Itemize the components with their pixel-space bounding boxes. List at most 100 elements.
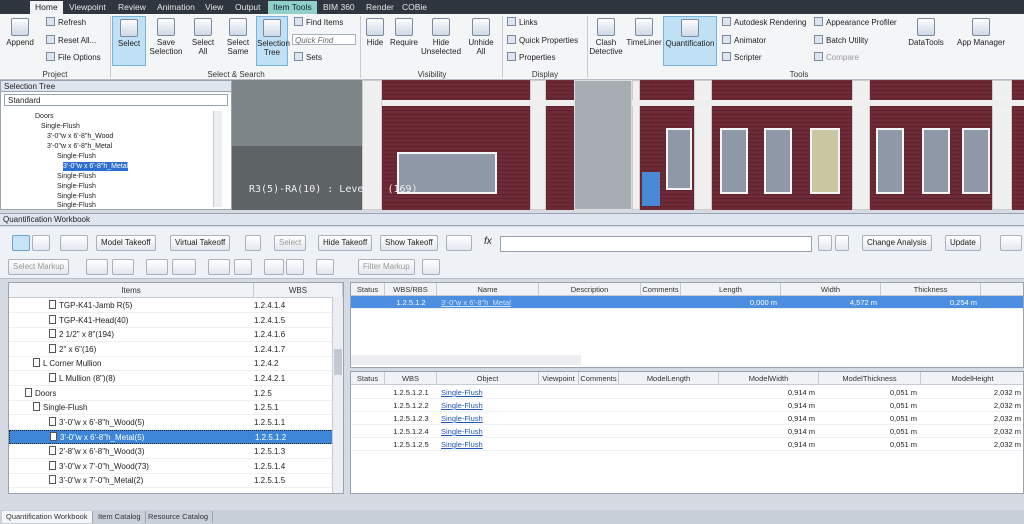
grid-header[interactable]: Comments	[641, 283, 681, 296]
object-cell[interactable]: Single-Flush	[441, 412, 537, 425]
object-cell[interactable]: Single-Flush	[441, 438, 537, 451]
compare-button[interactable]: Compare	[814, 52, 859, 63]
grid-header[interactable]: Status	[351, 283, 385, 296]
tab-cobie[interactable]: COBie	[397, 1, 432, 14]
item-row[interactable]: 3'-0"w x 6'-8"h_Wood(5) 1.2.5.1.1	[9, 416, 343, 430]
require-button[interactable]: Require	[389, 18, 419, 47]
tab-animation[interactable]: Animation	[152, 1, 200, 14]
reset-all-button[interactable]: Reset All...	[46, 35, 96, 46]
grid-header[interactable]: Description	[539, 283, 641, 296]
quantification-button[interactable]: Quantification	[663, 16, 717, 66]
object-row[interactable]: 1.2.5.1.2.4 Single-Flush 0,914 m 0,051 m 2,0…	[351, 425, 1023, 438]
tab-item-catalog[interactable]: Item Catalog	[94, 511, 146, 523]
item-row[interactable]: 2" x 6"(16) 1.2.4.1.7	[9, 343, 343, 357]
tab-item-tools[interactable]: Item Tools	[268, 1, 317, 14]
change-analysis-button[interactable]: Change Analysis	[862, 235, 932, 251]
clash-detective-button[interactable]: Clash Detective	[589, 18, 623, 56]
select-takeoff-button[interactable]: Select	[274, 235, 307, 251]
accept-icon[interactable]	[818, 235, 832, 251]
line-icon[interactable]	[112, 259, 134, 275]
takeoff-row-selected[interactable]: 1.2.5.1.2 3'-0"w x 6'-8"h_Metal 0,000 m …	[351, 296, 1023, 309]
file-options-button[interactable]: File Options	[46, 52, 101, 63]
item-row[interactable]: Doors 1.2.5	[9, 387, 343, 401]
filter-dropdown-icon[interactable]	[446, 235, 472, 251]
object-cell[interactable]: Single-Flush	[441, 399, 537, 412]
update-button[interactable]: Update	[945, 235, 981, 251]
wbs-header[interactable]: WBS	[254, 283, 343, 298]
tree-node[interactable]: 3'-0"w x 6'-8"h_Metal	[47, 142, 112, 151]
tree-node[interactable]: Single-Flush	[57, 201, 96, 210]
hide-button[interactable]: Hide	[363, 18, 387, 47]
items-view-icon[interactable]	[12, 235, 30, 251]
filter-markup-button[interactable]: Filter Markup	[358, 259, 415, 275]
timeliner-button[interactable]: TimeLiner	[625, 18, 663, 47]
item-row[interactable]: TGP-K41-Head(40) 1.2.4.1.5	[9, 314, 343, 328]
tab-bim360[interactable]: BIM 360	[318, 1, 360, 14]
bucket-icon[interactable]	[172, 259, 196, 275]
object-row[interactable]: 1.2.5.1.2.3 Single-Flush 0,914 m 0,051 m 2,0…	[351, 412, 1023, 425]
formula-input[interactable]	[500, 236, 812, 252]
links-button[interactable]: Links	[507, 17, 538, 28]
unhide-all-button[interactable]: Unhide All	[463, 18, 499, 56]
selection-tree-button[interactable]: Selection Tree	[256, 16, 290, 66]
grid-header[interactable]: WBS	[385, 372, 437, 385]
datatools-button[interactable]: DataTools	[906, 18, 946, 47]
item-row[interactable]: 3'-0"w x 7'-0"h_Metal(2) 1.2.5.1.5	[9, 474, 343, 489]
items-header[interactable]: Items	[9, 283, 254, 298]
grid-header[interactable]: ModelThickness	[819, 372, 921, 385]
grid-header[interactable]: Comments	[579, 372, 619, 385]
grid-header[interactable]: WBS/RBS	[385, 283, 437, 296]
grid-header[interactable]: ModelLength	[619, 372, 719, 385]
erase-icon[interactable]	[286, 259, 304, 275]
markup-settings-icon[interactable]	[422, 259, 440, 275]
select-all-button[interactable]: Select All	[188, 18, 218, 56]
batch-utility-button[interactable]: Batch Utility	[814, 35, 868, 46]
tree-node[interactable]: Single-Flush	[57, 172, 96, 181]
autodesk-rendering-button[interactable]: Autodesk Rendering	[722, 17, 807, 28]
tab-resource-catalog[interactable]: Resource Catalog	[144, 511, 214, 523]
animator-button[interactable]: Animator	[722, 35, 766, 46]
scrollbar-thumb[interactable]	[334, 349, 342, 375]
select-same-button[interactable]: Select Same	[222, 18, 254, 56]
select-markup-button[interactable]: Select Markup	[8, 259, 70, 275]
quick-find-input[interactable]: Quick Find	[292, 34, 356, 45]
object-cell[interactable]: Single-Flush	[441, 386, 537, 399]
tab-output[interactable]: Output	[230, 1, 266, 14]
quick-properties-button[interactable]: Quick Properties	[507, 35, 578, 46]
area-icon[interactable]	[146, 259, 168, 275]
object-row[interactable]: 1.2.5.1.2.2 Single-Flush 0,914 m 0,051 m 2,0…	[351, 399, 1023, 412]
tree-scrollbar[interactable]	[213, 111, 222, 207]
grid-header[interactable]: Object	[437, 372, 539, 385]
move-icon[interactable]	[264, 259, 284, 275]
item-row[interactable]: 2'-8"w x 6'-8"h_Wood(3) 1.2.5.1.3	[9, 445, 343, 459]
tree-node[interactable]: 3'-0"w x 6'-8"h_Wood	[47, 132, 113, 141]
sets-dropdown[interactable]: Sets	[294, 52, 322, 63]
hide-takeoff-button[interactable]: Hide Takeoff	[318, 235, 373, 251]
show-takeoff-button[interactable]: Show Takeoff	[380, 235, 438, 251]
item-row[interactable]: 3'-0"w x 7'-0"h_Wood(73) 1.2.5.1.4	[9, 460, 343, 474]
object-row[interactable]: 1.2.5.1.2.5 Single-Flush 0,914 m 0,051 m 2,0…	[351, 438, 1023, 451]
app-manager-button[interactable]: App Manager	[952, 18, 1010, 47]
selection-tree-mode-dropdown[interactable]: Standard	[4, 94, 228, 106]
name-cell[interactable]: 3'-0"w x 6'-8"h_Metal	[441, 296, 539, 309]
tree-node[interactable]: Single-Flush	[41, 122, 80, 131]
object-row[interactable]: 1.2.5.1.2.1 Single-Flush 0,914 m 0,051 m 2,0…	[351, 386, 1023, 399]
grid-header[interactable]: Name	[437, 283, 539, 296]
tab-view[interactable]: View	[200, 1, 228, 14]
grid-header[interactable]: Viewpoint	[539, 372, 579, 385]
tab-review[interactable]: Review	[113, 1, 151, 14]
items-scrollbar[interactable]	[332, 297, 343, 493]
item-row[interactable]: Single-Flush 1.2.5.1	[9, 401, 343, 416]
model-takeoff-button[interactable]: Model Takeoff	[96, 235, 156, 251]
item-row[interactable]: 2 1/2" x 8"(194) 1.2.4.1.6	[9, 328, 343, 343]
find-items-button[interactable]: Find Items	[294, 17, 343, 28]
grid-header[interactable]: ModelHeight	[921, 372, 1023, 385]
view-dropdown-icon[interactable]	[60, 235, 88, 251]
tree-node[interactable]: Single-Flush	[57, 152, 96, 161]
hide-unselected-button[interactable]: Hide Unselected	[421, 18, 461, 56]
tree-node-selected[interactable]: 3'-0"w x 6'-8"h_Metal	[63, 162, 129, 171]
grid-header[interactable]: Length	[681, 283, 781, 296]
tab-home[interactable]: Home	[30, 1, 63, 14]
append-button[interactable]: Append	[4, 18, 36, 47]
tab-render[interactable]: Render	[361, 1, 399, 14]
